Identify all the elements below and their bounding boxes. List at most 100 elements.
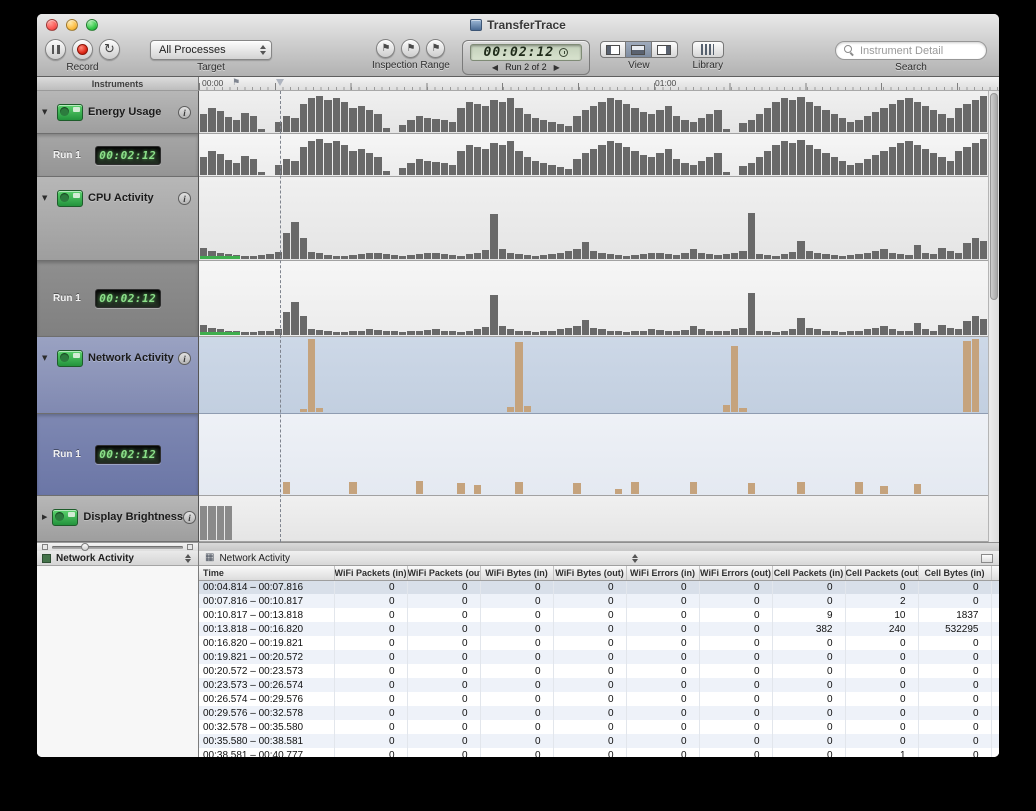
run-cell-cpu[interactable]: Run 1 00:02:12 bbox=[37, 261, 198, 337]
chart-bar bbox=[208, 328, 215, 335]
playhead-line[interactable] bbox=[280, 91, 281, 542]
column-header[interactable]: WiFi Bytes (out) bbox=[553, 566, 626, 580]
column-header[interactable]: WiFi Errors (in) bbox=[626, 566, 699, 580]
column-header[interactable]: WiFi Errors (out) bbox=[699, 566, 772, 580]
table-row[interactable]: 00:35.580 – 00:38.581000000000 bbox=[199, 734, 999, 748]
info-button[interactable]: i bbox=[178, 352, 191, 365]
run-cell-energy[interactable]: Run 1 00:02:12 bbox=[37, 134, 198, 177]
column-header[interactable]: C bbox=[991, 566, 999, 580]
slider-knob[interactable] bbox=[81, 543, 89, 551]
cell-time: 00:29.576 – 00:32.578 bbox=[199, 706, 334, 720]
lane-cpu-run[interactable] bbox=[199, 261, 999, 337]
chart-bar bbox=[540, 163, 547, 175]
disclosure-triangle-icon[interactable]: ▼ bbox=[42, 104, 52, 121]
table-row[interactable]: 00:16.820 – 00:19.821000000000 bbox=[199, 636, 999, 650]
library-label: Library bbox=[693, 60, 724, 71]
track-energy-usage[interactable]: ▼ Energy Usage i bbox=[37, 91, 198, 134]
table-row[interactable]: 00:04.814 – 00:07.816000000000 bbox=[199, 580, 999, 594]
chart-bar bbox=[225, 331, 232, 335]
column-header[interactable]: Cell Packets (in) bbox=[772, 566, 845, 580]
scrollbar-thumb[interactable] bbox=[990, 93, 998, 300]
search-input[interactable] bbox=[860, 45, 999, 57]
chart-bar bbox=[507, 407, 514, 412]
chart-bar bbox=[831, 255, 838, 259]
view-detail-pane-button[interactable] bbox=[626, 41, 652, 58]
column-header[interactable]: Cell Packets (out) bbox=[845, 566, 918, 580]
cell-value: 0 bbox=[918, 594, 991, 608]
column-header[interactable]: WiFi Bytes (in) bbox=[480, 566, 553, 580]
chart-bar bbox=[739, 251, 746, 259]
slider-groove[interactable] bbox=[52, 546, 183, 549]
titlebar[interactable]: TransferTrace bbox=[37, 14, 999, 36]
small-track-icon[interactable] bbox=[42, 544, 48, 550]
info-button[interactable]: i bbox=[178, 106, 191, 119]
lane-energy-run[interactable] bbox=[199, 134, 999, 177]
pane-toggle-icon[interactable] bbox=[981, 554, 993, 563]
lane-energy-main[interactable] bbox=[199, 91, 999, 134]
table-row[interactable]: 00:07.816 – 00:10.817000000020 bbox=[199, 594, 999, 608]
search-field[interactable] bbox=[835, 41, 987, 60]
table-row[interactable]: 00:29.576 – 00:32.578000000000 bbox=[199, 706, 999, 720]
zoom-button[interactable] bbox=[86, 19, 98, 31]
library-button[interactable] bbox=[692, 41, 724, 58]
chart-bar bbox=[640, 331, 647, 335]
disclosure-triangle-icon[interactable]: ▼ bbox=[42, 190, 52, 207]
large-track-icon[interactable] bbox=[187, 544, 193, 550]
pause-button[interactable] bbox=[45, 39, 66, 60]
view-left-pane-button[interactable] bbox=[600, 41, 626, 58]
playhead-marker[interactable] bbox=[276, 79, 284, 86]
grid-view-icon[interactable]: ▦ bbox=[205, 553, 214, 563]
info-button[interactable]: i bbox=[178, 192, 191, 205]
minimize-button[interactable] bbox=[66, 19, 78, 31]
inspection-clear-button[interactable]: ⚑ bbox=[426, 39, 445, 58]
run-cell-network[interactable]: Run 1 00:02:12 bbox=[37, 414, 198, 496]
detail-instrument-selector[interactable]: Network Activity bbox=[37, 551, 198, 566]
track-network-activity[interactable]: ▼ Network Activity i bbox=[37, 337, 198, 414]
timeline-ruler[interactable]: 00:00 01:00 ⚑ bbox=[199, 77, 999, 91]
table-row[interactable]: 00:23.573 – 00:26.574000000000 bbox=[199, 678, 999, 692]
chart-bar bbox=[598, 253, 605, 259]
table-row[interactable]: 00:38.581 – 00:40.777000000010 bbox=[199, 748, 999, 757]
column-header[interactable]: Cell Bytes (in) bbox=[918, 566, 991, 580]
detail-breadcrumb[interactable]: Network Activity bbox=[219, 553, 290, 564]
vertical-scrollbar[interactable] bbox=[988, 91, 999, 542]
table-row[interactable]: 00:26.574 – 00:29.576000000000 bbox=[199, 692, 999, 706]
loop-button[interactable]: ↻ bbox=[99, 39, 120, 60]
instrument-icon bbox=[52, 509, 78, 526]
record-button[interactable] bbox=[72, 39, 93, 60]
track-display-brightness[interactable]: ▶ Display Brightness i bbox=[37, 496, 198, 542]
chart-bar bbox=[524, 255, 531, 259]
disclosure-triangle-icon[interactable]: ▼ bbox=[42, 350, 52, 367]
column-header[interactable]: WiFi Packets (out) bbox=[407, 566, 480, 580]
chart-bar bbox=[366, 329, 373, 335]
track-size-slider[interactable] bbox=[37, 542, 199, 551]
table-row[interactable]: 00:10.817 – 00:13.8180000009101837 bbox=[199, 608, 999, 622]
table-row[interactable]: 00:13.818 – 00:16.820000000382240532295 bbox=[199, 622, 999, 636]
table-row[interactable]: 00:19.821 – 00:20.572000000000 bbox=[199, 650, 999, 664]
previous-run-button[interactable]: ◀ bbox=[492, 63, 498, 72]
view-right-pane-button[interactable] bbox=[652, 41, 678, 58]
inspection-start-button[interactable]: ⚑ bbox=[376, 39, 395, 58]
target-popup[interactable]: All Processes bbox=[150, 40, 272, 60]
disclosure-triangle-icon[interactable]: ▶ bbox=[42, 509, 47, 526]
cell-value: 0 bbox=[918, 734, 991, 748]
lane-cpu-main[interactable] bbox=[199, 177, 999, 261]
inspection-end-button[interactable]: ⚑ bbox=[401, 39, 420, 58]
track-cpu-activity[interactable]: ▼ CPU Activity i bbox=[37, 177, 198, 261]
lane-network-main[interactable] bbox=[199, 337, 999, 414]
column-header[interactable]: Time bbox=[199, 566, 334, 580]
table-row[interactable]: 00:32.578 – 00:35.580000000000 bbox=[199, 720, 999, 734]
run-time-display: 00:02:12 bbox=[95, 445, 161, 464]
cell-value: 0 bbox=[918, 650, 991, 664]
next-run-button[interactable]: ▶ bbox=[554, 63, 560, 72]
lane-network-run[interactable] bbox=[199, 414, 999, 496]
close-button[interactable] bbox=[46, 19, 58, 31]
chart-bar bbox=[266, 254, 273, 259]
target-group: All Processes Target bbox=[150, 38, 272, 73]
lane-display-brightness[interactable] bbox=[199, 496, 999, 542]
info-button[interactable]: i bbox=[183, 511, 196, 524]
chart-bar bbox=[432, 329, 439, 335]
table-row[interactable]: 00:20.572 – 00:23.573000000000 bbox=[199, 664, 999, 678]
cell-value: 0 bbox=[918, 692, 991, 706]
column-header[interactable]: WiFi Packets (in) bbox=[334, 566, 407, 580]
